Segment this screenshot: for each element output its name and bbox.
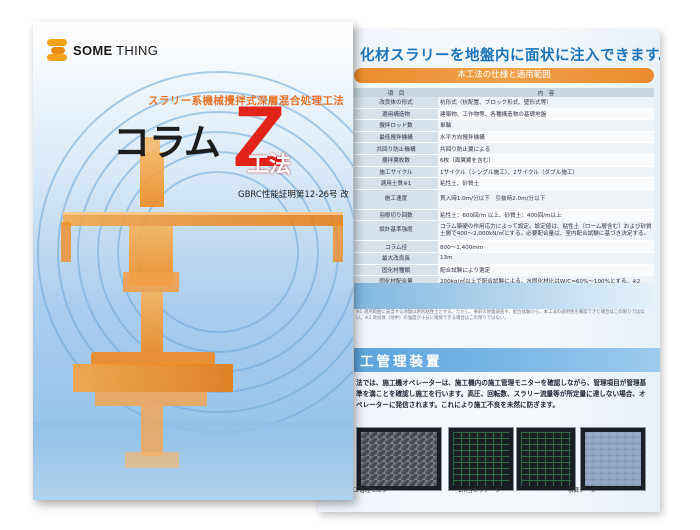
spec-key: 最大改良長	[354, 252, 438, 265]
table-row: 攪拌翼枚数 6枚（面翼翼を含む）	[354, 154, 654, 167]
s-stripes-icon	[47, 39, 67, 61]
spec-heading: 本工法の仕様と適用範囲	[354, 68, 654, 83]
table-row: 適用構造物 建築物、工作物等、各種構造物の基礎地盤	[354, 108, 654, 121]
spec-value: 粘性土：600回/m 以上、砂質土：400回/m以上	[438, 209, 654, 222]
table-row: 施工サイクル 1サイクル（シングル施工）、2サイクル（ダブル施工）	[354, 166, 654, 179]
spec-value: 1サイクル（シングル施工）、2サイクル（ダブル施工）	[438, 166, 654, 179]
table-row: 改良体の形式 杭形式（杭配置、ブロック形式、壁形式等）	[354, 97, 654, 109]
table-row: 設計基準強度 コラム築硬の作用応力によって設定。設定値は、粘性土（ローム層含む）お…	[354, 220, 654, 242]
spec-value: 貫入時1.0m/分以下 引抜時2.0m/分以下	[438, 189, 654, 210]
spec-value: 杭形式（杭配置、ブロック形式、壁形式等）	[438, 97, 654, 109]
spec-value: 建築物、工作物等、各種構造物の基礎地盤	[438, 108, 654, 121]
spec-key: 固化材種類	[354, 264, 438, 277]
spec-value: 13m	[438, 252, 654, 265]
spec-key: 適用土質※1	[354, 177, 438, 190]
front-cover: SOME THING スラリー系機械攪拌式深層混合処理工法 コラム Z 工法 G…	[33, 22, 353, 500]
brand-name: SOME THING	[73, 42, 159, 58]
table-row: 最大改良長 13m	[354, 252, 654, 265]
spec-key: 攪拌翼枚数	[354, 154, 438, 167]
spec-notes: ※1 適用範囲に該当する地盤は原則粘性土とする。ただし、事前の地盤調査や、配合試…	[356, 310, 645, 321]
table-row: 固化材種類 配合試験により選定	[354, 264, 654, 277]
back-page: 化材スラリーを地盤内に面状に注入できます。 本工法の仕様と適用範囲 項 目 内 …	[318, 30, 660, 512]
spec-key: 攪拌ロッド数	[354, 119, 438, 132]
caption-total: 積算データ	[568, 488, 596, 494]
spec-value: 配合試験により選定	[438, 264, 654, 277]
spec-key: 適用構造物	[354, 108, 438, 121]
table-row: 攪拌ロッド数 単軸	[354, 119, 654, 132]
cover-title-kouhou: 工法	[247, 153, 292, 178]
spec-key: 羽根切り回数	[354, 209, 438, 222]
mgmt-title: 工管理装置	[360, 354, 443, 370]
spec-value: 800〜1,400mm	[438, 240, 654, 253]
back-headline: 化材スラリーを地盤内に面状に注入できます。	[360, 48, 660, 64]
certificate-number: GBRC性能証明第12-26号 改	[238, 190, 349, 200]
monitor-screen-1m	[448, 427, 514, 491]
cover-title-kana: コラム	[113, 121, 221, 164]
table-row: 施工速度 貫入時1.0m/分以下 引抜時2.0m/分以下	[354, 189, 654, 210]
table-row: 羽根切り回数 粘性土：600回/m 以上、砂質土：400回/m以上	[354, 209, 654, 222]
monitor-screen-total	[580, 427, 646, 491]
spec-key: 設計基準強度	[354, 220, 438, 242]
table-row: 共回り防止機構 共回り防止翼による	[354, 142, 654, 155]
monitor-screen-1m-b	[516, 427, 576, 491]
spec-key: 最低攪拌機構	[354, 131, 438, 144]
spec-key: 施工速度	[354, 189, 438, 210]
spec-value: コラム築硬の作用応力によって設定。設定値は、粘性土（ローム層含む）および砂質土層…	[438, 220, 654, 242]
brand-logo: SOME THING	[47, 39, 158, 61]
spec-table-body: 改良体の形式 杭形式（杭配置、ブロック形式、壁形式等） 適用構造物 建築物、工作物等、…	[354, 97, 654, 288]
spec-key: 共回り防止機構	[354, 142, 438, 155]
spec-key: コラム径	[354, 240, 438, 253]
spec-value: 粘性土、砂質土	[438, 177, 654, 190]
caption-monitor: 施工管理モニター	[348, 488, 393, 494]
monitor-photo-operator	[356, 427, 442, 491]
table-header-item: 項 目	[354, 88, 438, 97]
spec-key: 改良体の形式	[354, 97, 438, 109]
spec-value: 水平方向攪拌機構	[438, 131, 654, 144]
spec-table: 項 目 内 容 改良体の形式 杭形式（杭配置、ブロック形式、壁形式等） 適用構造物建…	[354, 88, 654, 288]
mgmt-description: 法では、施工機オペレーターは、施工機内の施工管理モニターを確認しながら、管理項目…	[356, 379, 647, 409]
spec-value: 6枚（面翼翼を含む）	[438, 154, 654, 167]
spec-value: 単軸	[438, 119, 654, 132]
spec-key: 施工サイクル	[354, 166, 438, 179]
monitor-photos	[354, 427, 654, 491]
caption-1m: 1m当たりデータ	[458, 488, 501, 494]
table-header-content: 内 容	[438, 88, 654, 97]
mgmt-title-bar: 工管理装置	[354, 348, 660, 372]
table-row: 適用土質※1 粘性土、砂質土	[354, 177, 654, 190]
table-row: 最低攪拌機構 水平方向攪拌機構	[354, 131, 654, 144]
table-row: コラム径 800〜1,400mm	[354, 240, 654, 253]
spec-value: 共回り防止翼による	[438, 142, 654, 155]
mgmt-graphic	[354, 283, 654, 309]
